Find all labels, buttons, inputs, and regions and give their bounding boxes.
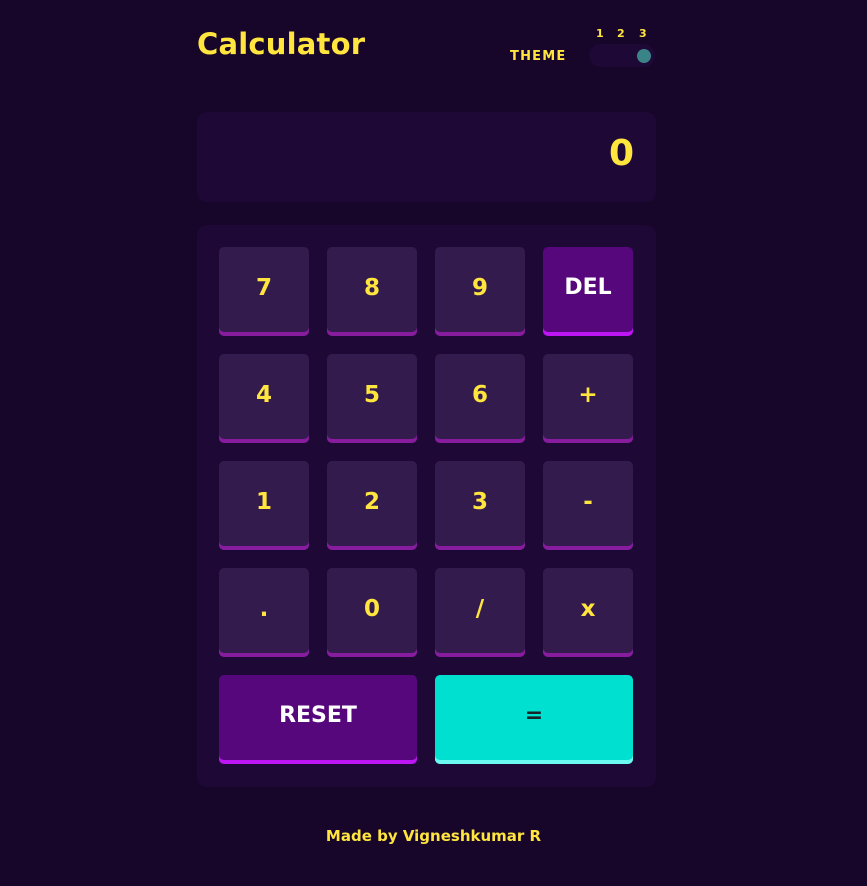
- divide-button[interactable]: /: [435, 568, 525, 657]
- footer-credit: Made by Vigneshkumar R: [325, 827, 542, 845]
- keypad: 7 8 9 DEL 4 5 6 + 1 2 3 - . 0 / x RESET …: [197, 225, 656, 787]
- key-6[interactable]: 6: [435, 354, 525, 443]
- key-7[interactable]: 7: [219, 247, 309, 336]
- decimal-button[interactable]: .: [219, 568, 309, 657]
- theme-option-2-label: 2: [617, 27, 625, 40]
- theme-label: THEME: [510, 49, 567, 64]
- add-button[interactable]: +: [543, 354, 633, 443]
- subtract-button[interactable]: -: [543, 461, 633, 550]
- header: Calculator THEME 1 2 3: [197, 0, 656, 112]
- delete-button[interactable]: DEL: [543, 247, 633, 336]
- theme-toggle-knob[interactable]: [637, 49, 651, 63]
- key-2[interactable]: 2: [327, 461, 417, 550]
- key-9[interactable]: 9: [435, 247, 525, 336]
- reset-button[interactable]: RESET: [219, 675, 417, 764]
- theme-toggle[interactable]: [589, 44, 655, 67]
- key-1[interactable]: 1: [219, 461, 309, 550]
- key-8[interactable]: 8: [327, 247, 417, 336]
- key-4[interactable]: 4: [219, 354, 309, 443]
- theme-option-3-label: 3: [639, 27, 647, 40]
- key-0[interactable]: 0: [327, 568, 417, 657]
- calculator-app: Calculator THEME 1 2 3 0 7 8 9 DEL 4 5 6…: [197, 0, 656, 787]
- display-value: 0: [608, 133, 634, 174]
- app-title: Calculator: [197, 27, 366, 61]
- key-3[interactable]: 3: [435, 461, 525, 550]
- theme-option-1-label: 1: [596, 27, 604, 40]
- equals-button[interactable]: =: [435, 675, 633, 764]
- multiply-button[interactable]: x: [543, 568, 633, 657]
- display-screen: 0: [197, 112, 656, 202]
- key-5[interactable]: 5: [327, 354, 417, 443]
